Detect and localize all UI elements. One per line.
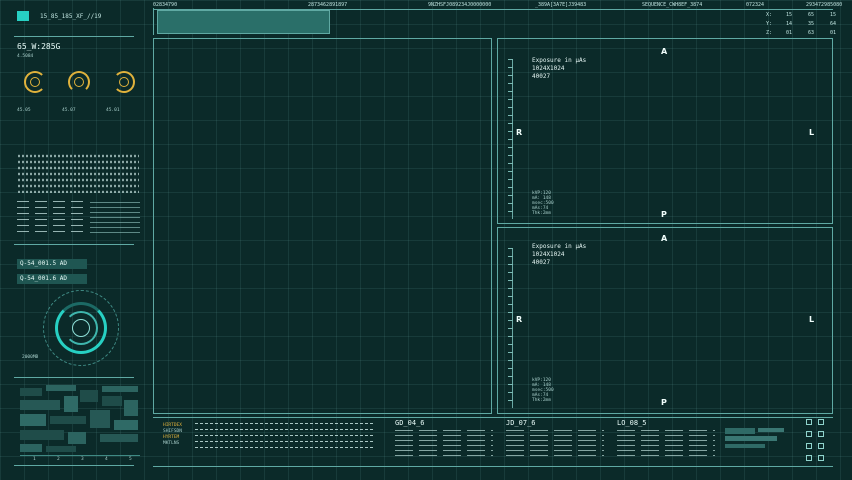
control-btn-5[interactable] [806, 443, 812, 449]
panel2-size: 1024X1024 [532, 251, 565, 258]
left-mid-rule [14, 244, 134, 245]
dial-3-value: 45.01 [106, 108, 120, 113]
bottom-label-2: SHIFSDN [163, 429, 182, 434]
dial-2-value: 45.07 [62, 108, 76, 113]
panel2-top-label: A [661, 234, 668, 243]
panel1-right-label: L [809, 128, 815, 137]
coord-z-c: 01 [830, 30, 837, 36]
panel1-top-label: A [661, 47, 668, 56]
axis-tick-2: 2 [57, 457, 60, 462]
left-top-rule [14, 36, 134, 37]
control-btn-6[interactable] [818, 443, 824, 449]
bottom-waveform-lines [195, 423, 375, 453]
coord-y-b: 35 [808, 21, 815, 27]
mini-table [17, 201, 87, 237]
q-button-2[interactable]: Q-54_001.6 AD [17, 274, 87, 284]
coord-z-b: 63 [808, 30, 815, 36]
control-btn-3[interactable] [806, 431, 812, 437]
top-divider [153, 8, 154, 35]
session-id-label: 15_85_185_XF_//19 [40, 13, 102, 20]
axis-tick-5: 5 [129, 457, 132, 462]
panel2-caption: Exposure in µAs [532, 243, 587, 250]
section-gd: GD_04_6 [395, 419, 425, 427]
control-btn-7[interactable] [806, 455, 812, 461]
scan-panel-bottom[interactable]: A R L P Exposure in µAs 1024X1024 40027 … [497, 227, 833, 414]
coord-z-a: 01 [786, 30, 793, 36]
top-progress-block [157, 10, 330, 34]
top-code-7: 293472985080 [806, 2, 843, 8]
axis-tick-1: 1 [33, 457, 36, 462]
top-code-3: 9NZHSFJ089234J0000000 [428, 2, 492, 8]
dot-matrix [17, 153, 139, 193]
left-lower-rule [14, 377, 134, 378]
section-jd: JD_07_6 [506, 419, 536, 427]
coord-x-a: 15 [786, 12, 793, 18]
radar-label: 2000MB [22, 355, 39, 360]
left-bottom-rule [14, 465, 134, 466]
panel1-bottom-label: P [661, 210, 667, 219]
control-btn-4[interactable] [818, 431, 824, 437]
dial-1-value: 45.05 [17, 108, 31, 113]
panel2-bottom-label: P [661, 398, 667, 407]
mini-bars [90, 202, 140, 234]
coord-x-axis: X: [766, 12, 773, 18]
panel1-caption: Exposure in µAs [532, 57, 587, 64]
control-btn-2[interactable] [818, 419, 824, 425]
main-viewport[interactable] [153, 38, 492, 414]
section-lo: LO_08_5 [617, 419, 647, 427]
control-btn-1[interactable] [806, 419, 812, 425]
bottom-label-3: HYRTEM [163, 435, 180, 440]
top-code-4: _389A[3A7E]J39483 [535, 2, 587, 8]
coord-y-a: 14 [786, 21, 793, 27]
panel2-ruler-ticks [508, 248, 513, 408]
left-subtitle: 4.5084 [17, 54, 34, 59]
top-code-6: 072324 [746, 2, 765, 8]
bottom-label-1: HIRTDEX [163, 423, 182, 428]
axis-tick-3: 3 [81, 457, 84, 462]
axis-tick-4: 4 [105, 457, 108, 462]
top-code-5: SEQUENCE_CWH8EF_3874 [642, 2, 703, 8]
panel2-left-label: R [516, 315, 523, 324]
q-button-1[interactable]: Q-54_001.5 AD [17, 259, 87, 269]
bottom-label-4: MKTLNS [163, 441, 180, 446]
bottom-strip-top [153, 417, 833, 418]
panel1-ruler-ticks [508, 59, 513, 219]
status-square [17, 11, 29, 21]
panel1-value: 40027 [532, 73, 551, 80]
bottom-strip-bottom [153, 466, 833, 467]
panel1-size: 1024X1024 [532, 65, 565, 72]
panel2-param-5: Thk:2mm [532, 398, 551, 403]
coord-y-c: 64 [830, 21, 837, 27]
coord-z-axis: Z: [766, 30, 773, 36]
control-btn-8[interactable] [818, 455, 824, 461]
coord-x-c: 15 [830, 12, 837, 18]
left-bottom-axis [20, 455, 140, 456]
scan-panel-top[interactable]: A R L P Exposure in µAs 1024X1024 40027 … [497, 38, 833, 224]
top-code-1: 02834790 [153, 2, 178, 8]
panel1-left-label: R [516, 128, 523, 137]
table-gd [395, 430, 493, 460]
coord-x-b: 65 [808, 12, 815, 18]
coord-y-axis: Y: [766, 21, 773, 27]
panel1-param-5: Thk:2mm [532, 211, 551, 216]
top-code-2: 2873462891897 [308, 2, 348, 8]
panel2-value: 40027 [532, 259, 551, 266]
left-title: 65_W:285G [17, 42, 61, 51]
table-jd [506, 430, 604, 460]
panel2-right-label: L [809, 315, 815, 324]
table-lo [617, 430, 715, 460]
